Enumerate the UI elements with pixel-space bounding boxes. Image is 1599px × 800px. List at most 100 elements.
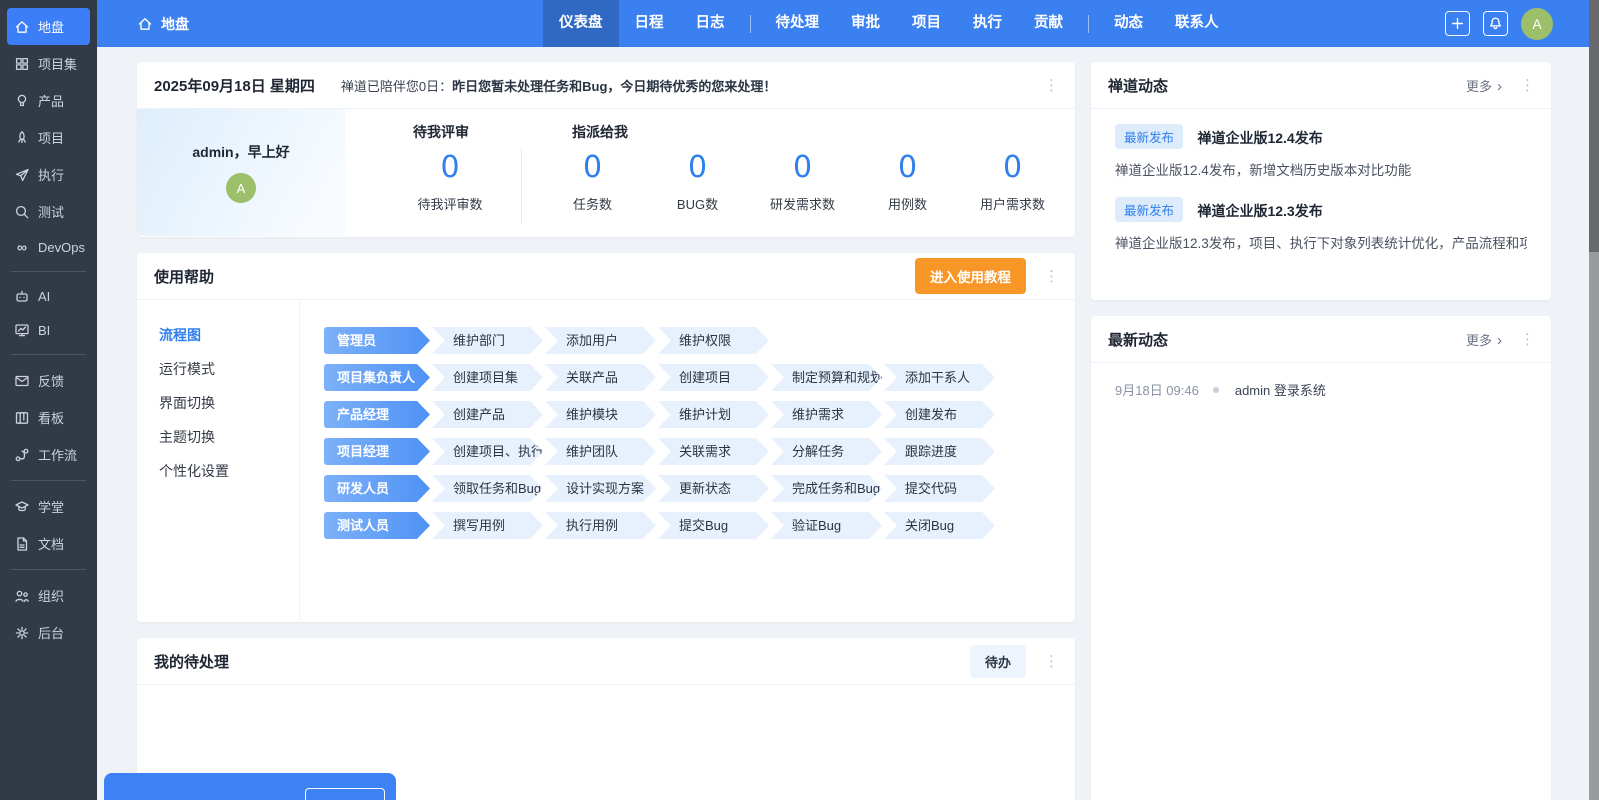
help-card-body: 流程图 运行模式 界面切换 主题切换 个性化设置 管理员 维护部门 添加用户 维… xyxy=(137,300,1075,621)
kanban-board-icon xyxy=(14,410,30,426)
sidebar-item-program[interactable]: 项目集 xyxy=(7,45,90,82)
user-avatar[interactable]: A xyxy=(1521,8,1553,40)
help-tab-theme[interactable]: 主题切换 xyxy=(159,427,299,447)
sidebar-item-ai[interactable]: AI xyxy=(7,279,90,313)
flow-step: 制定预算和规划 xyxy=(771,364,882,391)
graduation-icon xyxy=(14,499,30,515)
tab-review[interactable]: 审批 xyxy=(835,0,896,47)
sidebar-item-feedback[interactable]: 反馈 xyxy=(7,362,90,399)
stat-task-count[interactable]: 0 任务数 xyxy=(540,151,645,213)
flow-step: 维护计划 xyxy=(658,401,769,428)
tab-dynamic[interactable]: 动态 xyxy=(1098,0,1159,47)
welcome-card: 2025年09月18日 星期四 禅道已陪伴您0日：昨日您暂未处理任务和Bug，今… xyxy=(137,62,1075,237)
breadcrumb[interactable]: 地盘 xyxy=(137,0,189,47)
stats-panel: 待我评审 0 待我评审数 指派给我 0 任务数 xyxy=(345,109,1075,236)
help-tab-flowchart[interactable]: 流程图 xyxy=(159,325,299,345)
todo-filter-button[interactable]: 待办 xyxy=(970,645,1026,678)
kebab-menu-icon[interactable]: ⋮ xyxy=(1044,269,1059,284)
flow-step: 更新状态 xyxy=(658,475,769,502)
tab-dashboard[interactable]: 仪表盘 xyxy=(543,0,619,47)
tab-execution[interactable]: 执行 xyxy=(957,0,1018,47)
kebab-menu-icon[interactable]: ⋮ xyxy=(1044,78,1059,93)
help-tab-ui-switch[interactable]: 界面切换 xyxy=(159,393,299,413)
sidebar-item-admin[interactable]: 后台 xyxy=(7,614,90,651)
topbar-actions: A xyxy=(1445,0,1553,47)
search-icon xyxy=(14,204,30,220)
bell-icon xyxy=(1488,16,1503,31)
flow-step: 设计实现方案 xyxy=(545,475,656,502)
sidebar-item-school[interactable]: 学堂 xyxy=(7,488,90,525)
home-icon xyxy=(14,19,30,35)
assigned-group-label: 指派给我 xyxy=(540,122,1065,142)
stat-value: 0 xyxy=(750,151,855,185)
stat-requirement-count[interactable]: 0 用户需求数 xyxy=(960,151,1065,213)
sidebar-item-project[interactable]: 项目 xyxy=(7,119,90,156)
kebab-menu-icon[interactable]: ⋮ xyxy=(1520,78,1535,93)
sidebar-item-label: 后台 xyxy=(38,623,64,642)
flow-step: 维护团队 xyxy=(545,438,656,465)
sidebar-item-label: 看板 xyxy=(38,408,64,427)
kebab-menu-icon[interactable]: ⋮ xyxy=(1044,654,1059,669)
infinity-icon: ∞ xyxy=(14,239,30,255)
sidebar-item-workflow[interactable]: 工作流 xyxy=(7,436,90,473)
tab-divider xyxy=(1088,15,1089,33)
tab-project[interactable]: 项目 xyxy=(896,0,957,47)
sidebar-item-execution[interactable]: 执行 xyxy=(7,156,90,193)
help-tab-mode[interactable]: 运行模式 xyxy=(159,359,299,379)
stat-case-count[interactable]: 0 用例数 xyxy=(855,151,960,213)
zentao-news-title: 禅道动态 xyxy=(1108,75,1168,96)
sidebar-item-label: DevOps xyxy=(38,240,85,255)
greeting-panel: admin，早上好 A xyxy=(137,109,345,236)
sidebar-item-label: 文档 xyxy=(38,534,64,553)
sidebar-item-bi[interactable]: BI xyxy=(7,313,90,347)
flow-row-program-manager: 项目集负责人 创建项目集 关联产品 创建项目 制定预算和规划 添加干系人 xyxy=(324,364,1075,391)
more-link[interactable]: 更多› xyxy=(1466,76,1502,95)
sidebar-item-doc[interactable]: 文档 xyxy=(7,525,90,562)
news-item-title[interactable]: 禅道企业版12.4发布 xyxy=(1197,130,1322,146)
flow-row-product-manager: 产品经理 创建产品 维护模块 维护计划 维护需求 创建发布 xyxy=(324,401,1075,428)
sidebar-item-organization[interactable]: 组织 xyxy=(7,577,90,614)
flow-step: 执行用例 xyxy=(545,512,656,539)
sidebar-item-label: 测试 xyxy=(38,202,64,221)
vertical-scrollbar-thumb[interactable] xyxy=(1589,0,1599,252)
sidebar-item-devops[interactable]: ∞ DevOps xyxy=(7,230,90,264)
stat-bug-count[interactable]: 0 BUG数 xyxy=(645,151,750,213)
tab-todo[interactable]: 待处理 xyxy=(760,0,836,47)
news-item-title[interactable]: 禅道企业版12.3发布 xyxy=(1197,203,1322,219)
sidebar-divider xyxy=(11,569,86,570)
stat-label: 研发需求数 xyxy=(750,194,855,213)
help-tab-personalize[interactable]: 个性化设置 xyxy=(159,461,299,481)
kebab-menu-icon[interactable]: ⋮ xyxy=(1520,332,1535,347)
stat-value: 0 xyxy=(540,151,645,185)
sidebar-item-dashboard[interactable]: 地盘 xyxy=(7,8,90,45)
more-link[interactable]: 更多› xyxy=(1466,330,1502,349)
flow-role: 产品经理 xyxy=(324,401,430,428)
stat-label: BUG数 xyxy=(645,194,750,213)
flow-step: 完成任务和Bug xyxy=(771,475,882,502)
vertical-scrollbar-track[interactable] xyxy=(1589,0,1599,800)
tutorial-button[interactable]: 进入使用教程 xyxy=(915,258,1026,294)
flow-step: 维护需求 xyxy=(771,401,882,428)
zentao-dashboard: 地盘 项目集 产品 项目 执行 测试 ∞ DevOps AI xyxy=(0,0,1599,800)
stat-review-count[interactable]: 0 待我评审数 xyxy=(379,151,521,213)
sidebar-divider xyxy=(11,354,86,355)
stat-value: 0 xyxy=(379,151,521,185)
zentao-news-card: 禅道动态 更多› ⋮ 最新发布 禅道企业版12.4发布 禅道企业版12.4发布，… xyxy=(1091,62,1551,300)
rocket-icon xyxy=(14,130,30,146)
sidebar-item-label: 组织 xyxy=(38,586,64,605)
stat-value: 0 xyxy=(645,151,750,185)
sidebar-item-product[interactable]: 产品 xyxy=(7,82,90,119)
tab-effort[interactable]: 日志 xyxy=(680,0,741,47)
sidebar-item-qa[interactable]: 测试 xyxy=(7,193,90,230)
stat-story-count[interactable]: 0 研发需求数 xyxy=(750,151,855,213)
tab-contacts[interactable]: 联系人 xyxy=(1159,0,1235,47)
news-badge: 最新发布 xyxy=(1115,197,1183,222)
tab-calendar[interactable]: 日程 xyxy=(619,0,680,47)
stat-label: 任务数 xyxy=(540,194,645,213)
tab-contribute[interactable]: 贡献 xyxy=(1018,0,1079,47)
assigned-stat-row: 0 任务数 0 BUG数 0 研发需求数 xyxy=(540,151,1065,213)
sidebar-item-kanban[interactable]: 看板 xyxy=(7,399,90,436)
create-button[interactable] xyxy=(1445,11,1470,36)
tutorial-popup-button[interactable] xyxy=(305,788,385,800)
notifications-button[interactable] xyxy=(1483,11,1508,36)
